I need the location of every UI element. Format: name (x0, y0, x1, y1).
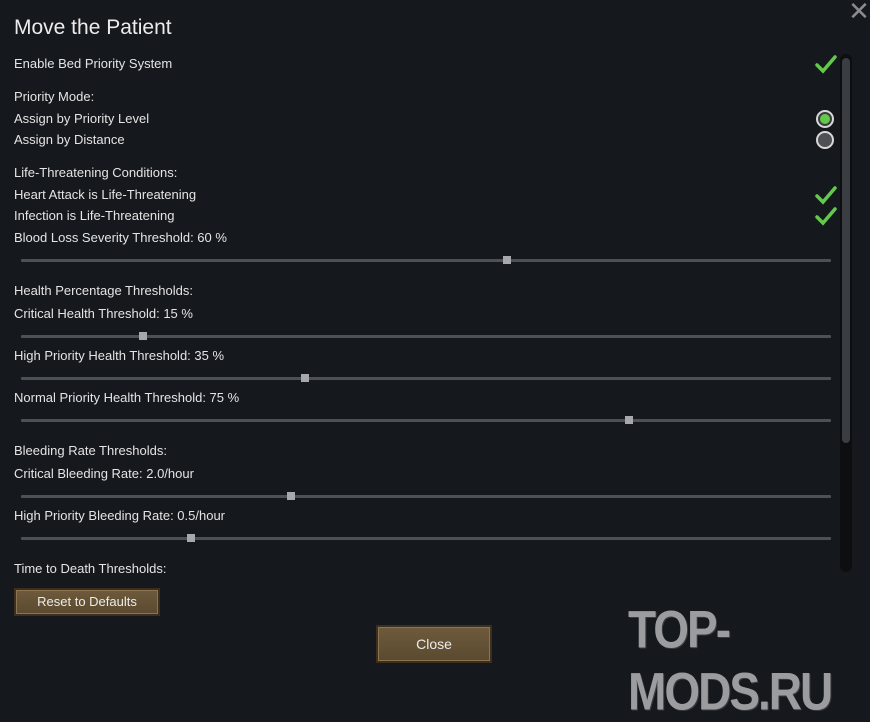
priority-mode-heading: Priority Mode: (14, 89, 95, 104)
checkmark-icon (815, 55, 837, 74)
critical-health-label: Critical Health Threshold: 15 % (14, 306, 193, 321)
checkmark-icon (815, 186, 837, 205)
normal-health-slider[interactable] (21, 414, 831, 426)
high-health-slider[interactable] (21, 372, 831, 384)
mod-settings-window: Move the Patient ✕ Enable Bed Priority S… (0, 0, 870, 721)
slider-handle[interactable] (503, 256, 511, 264)
slider-track (21, 495, 831, 498)
priority-mode-option-level-radio[interactable] (816, 110, 834, 128)
high-bleeding-label: High Priority Bleeding Rate: 0.5/hour (14, 508, 226, 523)
priority-mode-option-level-label: Assign by Priority Level (14, 111, 150, 126)
slider-track (21, 259, 831, 262)
watermark: TOP-MODS.RU (628, 599, 833, 722)
reset-defaults-button[interactable]: Reset to Defaults (14, 588, 160, 616)
slider-handle[interactable] (138, 332, 147, 340)
slider-handle[interactable] (300, 374, 309, 382)
window-title: Move the Patient (14, 16, 172, 39)
infection-label: Infection is Life-Threatening (14, 208, 175, 223)
checkmark-icon (815, 207, 837, 226)
heart-attack-label: Heart Attack is Life-Threatening (14, 187, 197, 202)
time-to-death-heading: Time to Death Thresholds: (14, 561, 167, 576)
high-bleeding-slider[interactable] (21, 532, 831, 544)
normal-health-label: Normal Priority Health Threshold: 75 % (14, 390, 240, 405)
heart-attack-checkbox[interactable] (815, 185, 837, 205)
blood-loss-slider[interactable] (21, 254, 831, 266)
slider-track (21, 537, 831, 540)
slider-track (21, 419, 831, 422)
critical-health-slider[interactable] (21, 330, 831, 342)
health-thresholds-heading: Health Percentage Thresholds: (14, 283, 193, 298)
enable-bed-priority-label: Enable Bed Priority System (14, 56, 173, 71)
bleeding-thresholds-heading: Bleeding Rate Thresholds: (14, 443, 167, 458)
blood-loss-label: Blood Loss Severity Threshold: 60 % (14, 230, 227, 245)
slider-handle[interactable] (624, 416, 633, 424)
life-threatening-heading: Life-Threatening Conditions: (14, 165, 178, 180)
priority-mode-option-distance-label: Assign by Distance (14, 132, 125, 147)
infection-checkbox[interactable] (815, 206, 837, 226)
slider-handle[interactable] (286, 492, 295, 500)
scrollbar-thumb[interactable] (842, 58, 850, 443)
high-health-label: High Priority Health Threshold: 35 % (14, 348, 225, 363)
enable-bed-priority-checkbox[interactable] (815, 54, 837, 74)
slider-handle[interactable] (187, 534, 196, 542)
critical-bleeding-label: Critical Bleeding Rate: 2.0/hour (14, 466, 194, 481)
close-icon[interactable]: ✕ (847, 0, 870, 24)
critical-bleeding-slider[interactable] (21, 490, 831, 502)
slider-track (21, 377, 831, 380)
close-button[interactable]: Close (376, 625, 492, 663)
priority-mode-option-distance-radio[interactable] (816, 131, 834, 149)
